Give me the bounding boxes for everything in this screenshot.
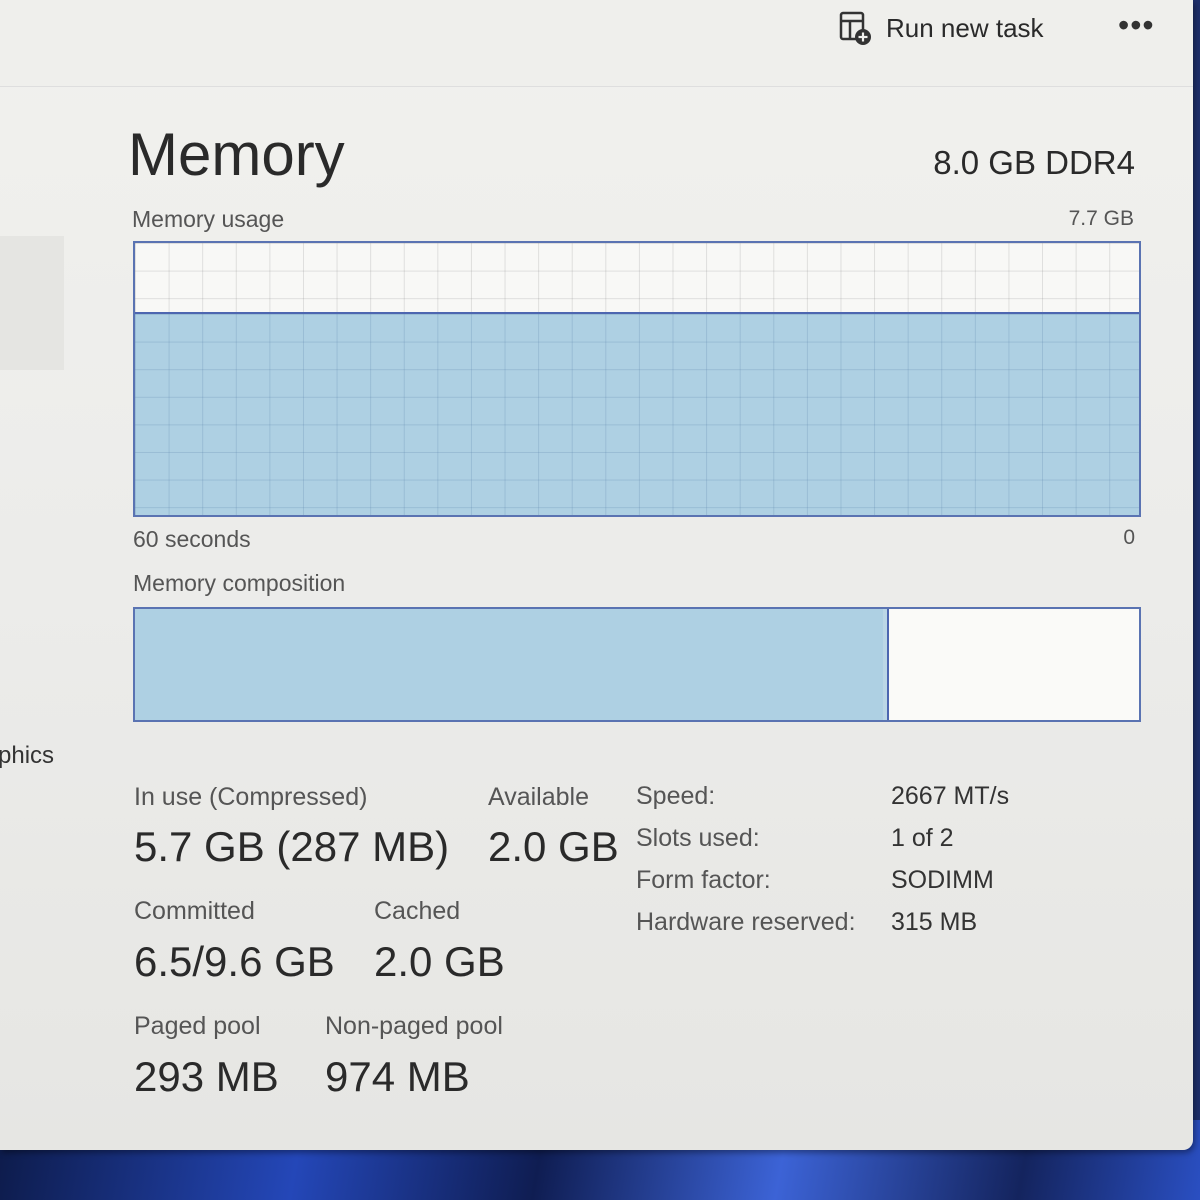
cached-value: 2.0 GB	[374, 938, 505, 985]
speed-label: Speed:	[636, 782, 716, 810]
hardware-reserved-label: Hardware reserved:	[636, 908, 856, 936]
slots-used-label: Slots used:	[636, 824, 760, 852]
ram-spec: 8.0 GB DDR4	[933, 144, 1135, 181]
memory-composition-bar	[133, 607, 1141, 722]
non-paged-pool-label: Non-paged pool	[325, 1012, 503, 1040]
in-use-value: 5.7 GB (287 MB)	[134, 823, 450, 870]
paged-pool-value: 293 MB	[134, 1053, 279, 1100]
memory-usage-max-label: 7.7 GB	[1068, 207, 1134, 230]
memory-usage-fill	[135, 311, 1139, 515]
run-new-task-button[interactable]: Run new task	[838, 8, 1044, 48]
more-options-icon[interactable]: •••	[1118, 9, 1162, 41]
speed-value: 2667 MT/s	[891, 782, 1010, 810]
committed-label: Committed	[134, 897, 255, 925]
task-manager-window: Run new task ••• phics Memory 8.0 GB DDR…	[0, 0, 1193, 1150]
toolbar: Run new task •••	[0, 0, 1193, 87]
memory-composition-label: Memory composition	[133, 570, 346, 596]
page-title: Memory	[128, 121, 345, 188]
composition-in-use-segment	[135, 609, 885, 720]
available-value: 2.0 GB	[488, 823, 619, 870]
memory-usage-graph	[133, 241, 1141, 517]
non-paged-pool-value: 974 MB	[325, 1053, 470, 1100]
in-use-label: In use (Compressed)	[134, 783, 368, 811]
paged-pool-label: Paged pool	[134, 1012, 261, 1040]
composition-modified-segment	[882, 609, 889, 720]
hardware-reserved-value: 315 MB	[891, 908, 978, 936]
committed-value: 6.5/9.6 GB	[134, 938, 335, 985]
form-factor-label: Form factor:	[636, 866, 771, 894]
graph-time-label: 60 seconds	[133, 526, 251, 552]
memory-usage-label: Memory usage	[132, 206, 285, 232]
graph-time-end-label: 0	[1123, 526, 1135, 549]
sidebar-item-gpu[interactable]: phics	[0, 742, 54, 770]
slots-used-value: 1 of 2	[891, 824, 954, 852]
sidebar-selection-highlight	[0, 236, 64, 370]
available-label: Available	[488, 783, 590, 811]
cached-label: Cached	[374, 897, 461, 925]
run-new-task-label: Run new task	[886, 12, 1044, 43]
run-task-icon	[839, 11, 871, 45]
form-factor-value: SODIMM	[891, 866, 994, 894]
